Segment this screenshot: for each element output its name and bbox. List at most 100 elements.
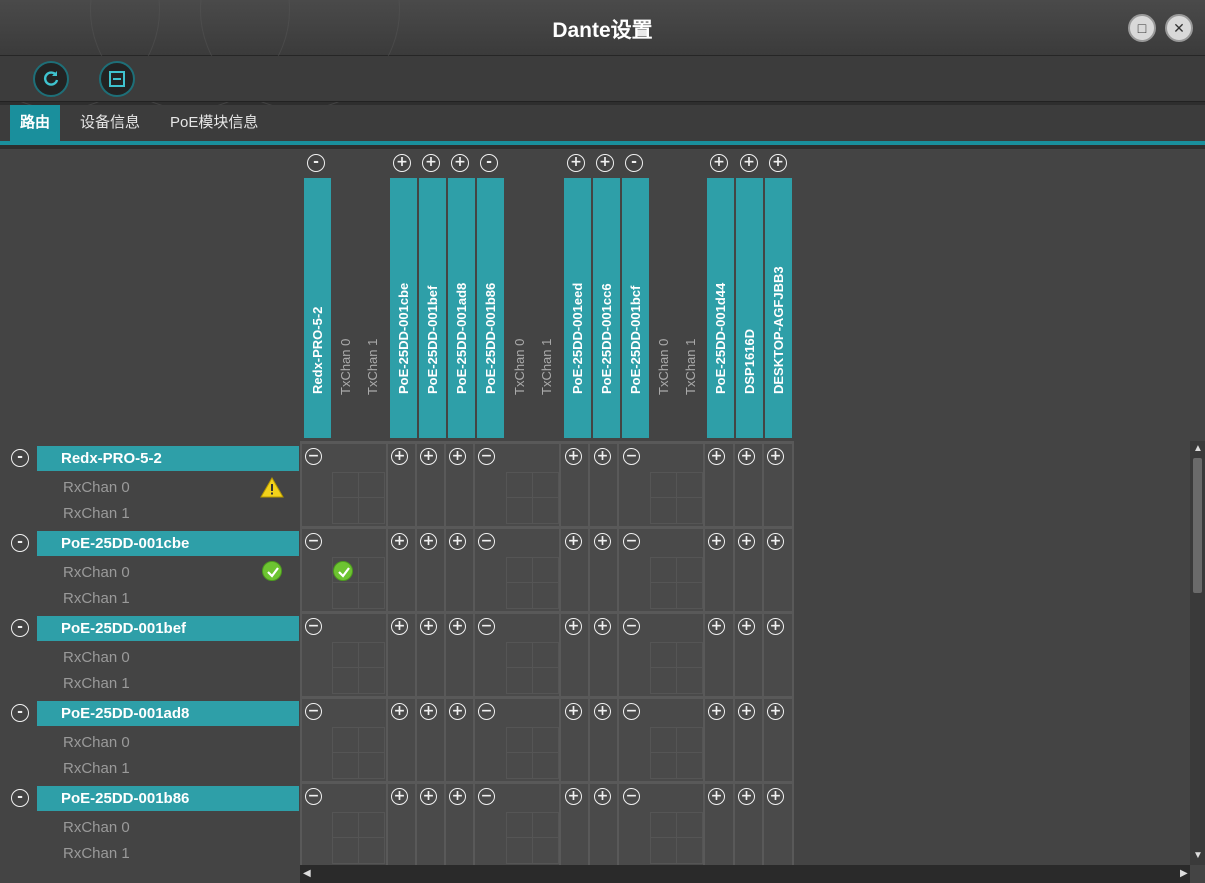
cell-expand-toggle[interactable]: + — [565, 448, 582, 465]
cell-expand-toggle[interactable]: + — [391, 618, 408, 635]
cell-expand-toggle[interactable]: + — [708, 788, 725, 805]
vertical-scroll-thumb[interactable] — [1193, 458, 1202, 593]
column-expand-toggle[interactable]: + — [422, 154, 440, 172]
cell-expand-toggle[interactable]: + — [420, 788, 437, 805]
column-expand-toggle[interactable]: + — [596, 154, 614, 172]
restore-button[interactable]: □ — [1128, 14, 1156, 42]
cell-expand-toggle[interactable]: + — [449, 618, 466, 635]
cell-expand-toggle[interactable]: + — [738, 448, 755, 465]
row-collapse-toggle[interactable]: - — [11, 534, 29, 552]
column-header[interactable]: PoE-25DD-001d44 — [707, 178, 734, 438]
cell-collapse-toggle[interactable]: − — [623, 788, 640, 805]
column-expand-toggle[interactable]: + — [710, 154, 728, 172]
row-header[interactable]: PoE-25DD-001ad8 — [37, 701, 299, 726]
cell-expand-toggle[interactable]: + — [420, 618, 437, 635]
cell-collapse-toggle[interactable]: − — [478, 788, 495, 805]
column-header[interactable]: PoE-25DD-001bcf — [622, 178, 649, 438]
cell-collapse-toggle[interactable]: − — [478, 703, 495, 720]
cell-expand-toggle[interactable]: + — [738, 788, 755, 805]
close-button[interactable]: ✕ — [1165, 14, 1193, 42]
row-header[interactable]: Redx-PRO-5-2 — [37, 446, 299, 471]
column-header[interactable]: PoE-25DD-001ad8 — [448, 178, 475, 438]
column-header[interactable]: PoE-25DD-001b86 — [477, 178, 504, 438]
cell-expand-toggle[interactable]: + — [594, 618, 611, 635]
cell-collapse-toggle[interactable]: − — [623, 533, 640, 550]
tab-device-info[interactable]: 设备信息 — [80, 105, 140, 141]
cell-collapse-toggle[interactable]: − — [623, 618, 640, 635]
cell-expand-toggle[interactable]: + — [594, 448, 611, 465]
row-collapse-toggle[interactable]: - — [11, 449, 29, 467]
cell-expand-toggle[interactable]: + — [449, 703, 466, 720]
cell-expand-toggle[interactable]: + — [708, 618, 725, 635]
cell-expand-toggle[interactable]: + — [767, 788, 784, 805]
cell-expand-toggle[interactable]: + — [708, 448, 725, 465]
cell-expand-toggle[interactable]: + — [420, 448, 437, 465]
column-collapse-toggle[interactable]: - — [480, 154, 498, 172]
cell-expand-toggle[interactable]: + — [391, 533, 408, 550]
column-header[interactable]: PoE-25DD-001cc6 — [593, 178, 620, 438]
cell-expand-toggle[interactable]: + — [738, 703, 755, 720]
column-header[interactable]: DSP1616D — [736, 178, 763, 438]
cell-expand-toggle[interactable]: + — [594, 703, 611, 720]
cell-expand-toggle[interactable]: + — [391, 703, 408, 720]
row-header[interactable]: PoE-25DD-001b86 — [37, 786, 299, 811]
column-header[interactable]: PoE-25DD-001eed — [564, 178, 591, 438]
column-expand-toggle[interactable]: + — [567, 154, 585, 172]
cell-expand-toggle[interactable]: + — [391, 448, 408, 465]
row-collapse-toggle[interactable]: - — [11, 789, 29, 807]
cell-expand-toggle[interactable]: + — [449, 448, 466, 465]
cell-expand-toggle[interactable]: + — [738, 533, 755, 550]
cell-expand-toggle[interactable]: + — [594, 788, 611, 805]
cell-expand-toggle[interactable]: + — [594, 533, 611, 550]
cell-expand-toggle[interactable]: + — [708, 703, 725, 720]
cell-collapse-toggle[interactable]: − — [305, 448, 322, 465]
cell-expand-toggle[interactable]: + — [420, 533, 437, 550]
collapse-all-button[interactable] — [99, 61, 135, 97]
cell-collapse-toggle[interactable]: − — [305, 703, 322, 720]
column-header[interactable]: PoE-25DD-001bef — [419, 178, 446, 438]
cell-expand-toggle[interactable]: + — [708, 533, 725, 550]
cell-expand-toggle[interactable]: + — [767, 448, 784, 465]
column-header[interactable]: DESKTOP-AGFJBB3 — [765, 178, 792, 438]
cell-expand-toggle[interactable]: + — [565, 788, 582, 805]
cell-expand-toggle[interactable]: + — [420, 703, 437, 720]
cell-expand-toggle[interactable]: + — [565, 618, 582, 635]
column-expand-toggle[interactable]: + — [769, 154, 787, 172]
column-expand-toggle[interactable]: + — [393, 154, 411, 172]
cell-collapse-toggle[interactable]: − — [623, 448, 640, 465]
column-expand-toggle[interactable]: + — [740, 154, 758, 172]
cell-collapse-toggle[interactable]: − — [623, 703, 640, 720]
row-header[interactable]: PoE-25DD-001cbe — [37, 531, 299, 556]
cell-expand-toggle[interactable]: + — [767, 703, 784, 720]
cell-collapse-toggle[interactable]: − — [478, 448, 495, 465]
scroll-right-icon[interactable]: ▶ — [1180, 868, 1188, 879]
cell-expand-toggle[interactable]: + — [565, 703, 582, 720]
horizontal-scrollbar[interactable] — [300, 865, 1190, 883]
column-collapse-toggle[interactable]: - — [625, 154, 643, 172]
row-collapse-toggle[interactable]: - — [11, 619, 29, 637]
scroll-left-icon[interactable]: ◀ — [303, 868, 311, 879]
cell-expand-toggle[interactable]: + — [391, 788, 408, 805]
cell-collapse-toggle[interactable]: − — [478, 618, 495, 635]
cell-collapse-toggle[interactable]: − — [305, 618, 322, 635]
tab-routing[interactable]: 路由 — [10, 105, 61, 141]
cell-expand-toggle[interactable]: + — [449, 533, 466, 550]
cell-collapse-toggle[interactable]: − — [478, 533, 495, 550]
column-header[interactable]: Redx-PRO-5-2 — [304, 178, 331, 438]
column-header[interactable]: PoE-25DD-001cbe — [390, 178, 417, 438]
scroll-up-icon[interactable]: ▲ — [1193, 443, 1203, 454]
cell-collapse-toggle[interactable]: − — [305, 788, 322, 805]
cell-expand-toggle[interactable]: + — [767, 533, 784, 550]
cell-collapse-toggle[interactable]: − — [305, 533, 322, 550]
column-collapse-toggle[interactable]: - — [307, 154, 325, 172]
tab-poe-module-info[interactable]: PoE模块信息 — [170, 105, 258, 141]
cell-expand-toggle[interactable]: + — [767, 618, 784, 635]
scroll-down-icon[interactable]: ▼ — [1193, 850, 1203, 861]
cell-expand-toggle[interactable]: + — [738, 618, 755, 635]
cell-expand-toggle[interactable]: + — [565, 533, 582, 550]
cell-expand-toggle[interactable]: + — [449, 788, 466, 805]
refresh-button[interactable] — [33, 61, 69, 97]
route-check-icon[interactable] — [333, 561, 353, 581]
column-expand-toggle[interactable]: + — [451, 154, 469, 172]
row-header[interactable]: PoE-25DD-001bef — [37, 616, 299, 641]
